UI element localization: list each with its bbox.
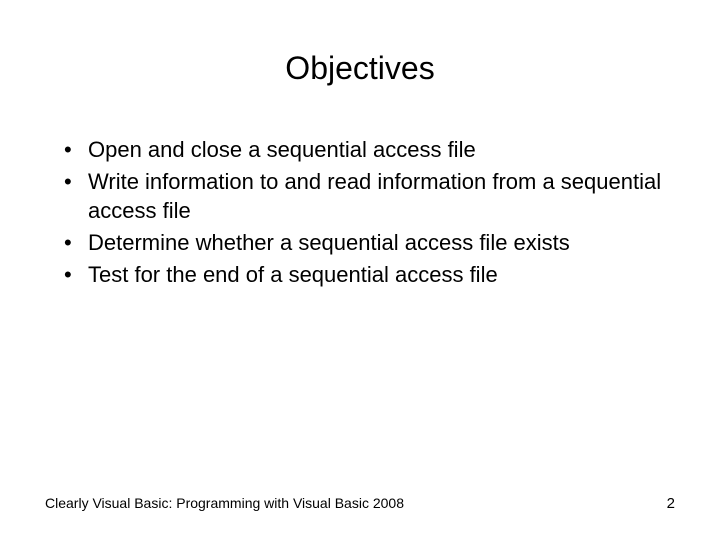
footer-source: Clearly Visual Basic: Programming with V… — [45, 495, 404, 511]
objectives-list: Open and close a sequential access file … — [45, 135, 675, 289]
list-item: Test for the end of a sequential access … — [60, 260, 675, 290]
list-item: Determine whether a sequential access fi… — [60, 228, 675, 258]
slide: Objectives Open and close a sequential a… — [0, 0, 720, 540]
page-number: 2 — [667, 495, 675, 512]
list-item: Write information to and read informatio… — [60, 167, 675, 226]
slide-title: Objectives — [45, 50, 675, 87]
list-item: Open and close a sequential access file — [60, 135, 675, 165]
footer: Clearly Visual Basic: Programming with V… — [45, 495, 675, 512]
